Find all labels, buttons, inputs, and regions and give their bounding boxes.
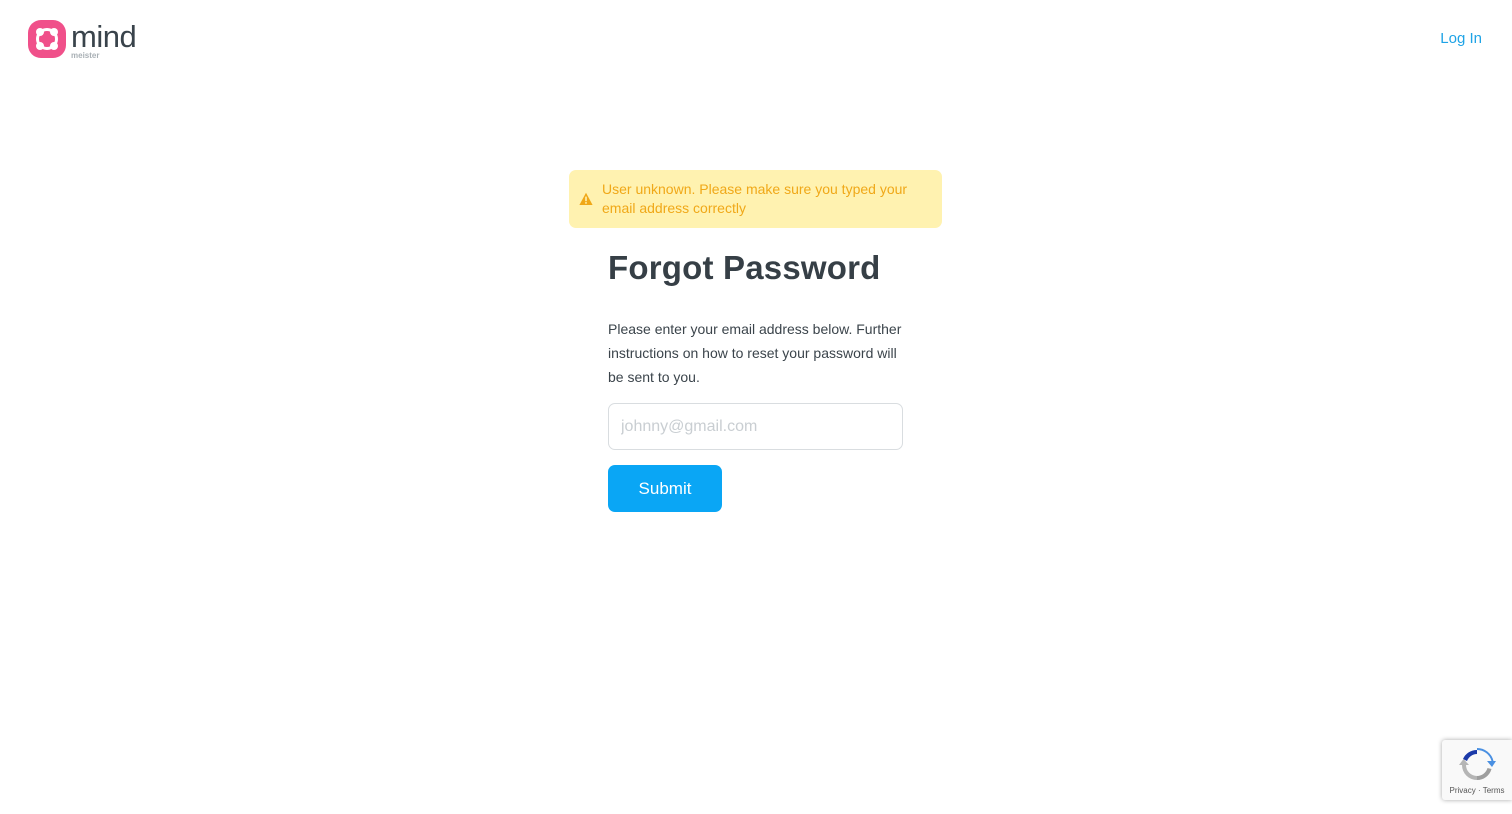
recaptcha-icon xyxy=(1459,748,1496,781)
mindmeister-logo-icon xyxy=(28,20,66,58)
logo-wordmark: mind meister xyxy=(71,19,137,61)
alert-message: User unknown. Please make sure you typed… xyxy=(602,181,908,216)
logo-word: mind xyxy=(71,19,137,54)
forgot-password-page: mind meister Log In User unknown. Please… xyxy=(0,0,1512,814)
email-input[interactable] xyxy=(608,403,903,450)
logo-subword: meister xyxy=(71,51,100,60)
warning-triangle-icon xyxy=(579,192,593,205)
page-title: Forgot Password xyxy=(608,249,881,286)
recaptcha-privacy-link[interactable]: Privacy xyxy=(1450,786,1476,795)
mindmeister-logo[interactable]: mind meister xyxy=(28,19,137,61)
recaptcha-links: Privacy · Terms xyxy=(1442,786,1512,796)
recaptcha-terms-link[interactable]: Terms xyxy=(1483,786,1505,795)
login-link[interactable]: Log In xyxy=(1440,30,1482,48)
error-alert: User unknown. Please make sure you typed… xyxy=(569,170,942,228)
instructions-text: Please enter your email address below. F… xyxy=(608,321,902,385)
recaptcha-badge[interactable]: Privacy · Terms xyxy=(1442,740,1512,800)
submit-button[interactable]: Submit xyxy=(608,465,722,512)
